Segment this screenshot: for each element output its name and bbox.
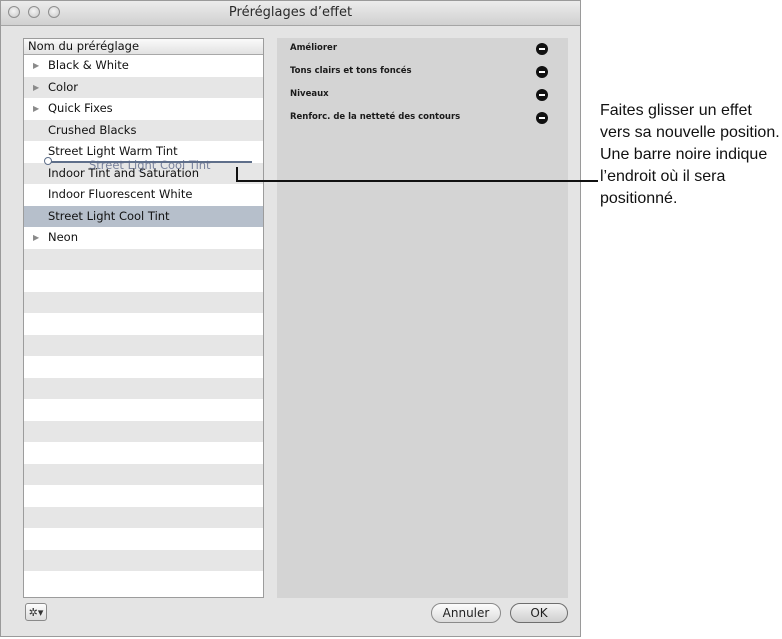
cancel-button[interactable]: Annuler bbox=[431, 603, 501, 623]
disclosure-triangle-icon[interactable]: ▶ bbox=[33, 77, 39, 99]
effects-panel: Améliorer Tons clairs et tons foncés Niv… bbox=[277, 38, 568, 598]
list-item-label: Quick Fixes bbox=[48, 101, 113, 115]
callout-leader-horizontal bbox=[236, 180, 598, 182]
remove-effect-icon[interactable] bbox=[536, 43, 548, 55]
list-item[interactable]: ▶ Black & White bbox=[24, 55, 263, 77]
effect-presets-window: Préréglages d’effet Nom du préréglage ▶ … bbox=[0, 0, 581, 637]
list-item[interactable]: Crushed Blacks bbox=[24, 119, 263, 141]
list-item-label: Crushed Blacks bbox=[48, 122, 137, 137]
disclosure-triangle-icon[interactable]: ▶ bbox=[33, 227, 39, 249]
callout-leader-vertical bbox=[236, 167, 238, 181]
drop-indicator-circle bbox=[44, 157, 52, 165]
list-item-selected[interactable]: Street Light Cool Tint bbox=[24, 205, 263, 227]
remove-effect-icon[interactable] bbox=[536, 112, 548, 124]
effect-label-tons: Tons clairs et tons foncés bbox=[290, 66, 412, 76]
action-menu-button[interactable]: ✲▾ bbox=[25, 603, 47, 621]
remove-effect-icon[interactable] bbox=[536, 66, 548, 78]
ok-button[interactable]: OK bbox=[510, 603, 568, 623]
list-item[interactable]: ▶ Color bbox=[24, 76, 263, 99]
window-title: Préréglages d’effet bbox=[228, 5, 353, 20]
drag-ghost-label: Street Light Cool Tint bbox=[89, 158, 211, 172]
column-header-preset-name[interactable]: Nom du préréglage bbox=[24, 39, 263, 55]
effect-label-niveaux: Niveaux bbox=[290, 89, 329, 99]
disclosure-triangle-icon[interactable]: ▶ bbox=[33, 55, 39, 77]
list-item-label: Indoor Fluorescent White bbox=[48, 187, 193, 201]
list-item[interactable]: ▶ Neon bbox=[24, 227, 263, 249]
list-item-label: Street Light Warm Tint bbox=[48, 144, 178, 158]
remove-effect-icon[interactable] bbox=[536, 89, 548, 101]
gear-icon: ✲▾ bbox=[28, 606, 44, 619]
effect-label-nettete: Renforc. de la netteté des contours bbox=[290, 112, 461, 122]
list-item[interactable]: Indoor Fluorescent White bbox=[24, 184, 263, 206]
disclosure-triangle-icon[interactable]: ▶ bbox=[33, 98, 39, 120]
effect-label-ameliorer: Améliorer bbox=[290, 43, 338, 53]
callout-text: Faites glisser un effet vers sa nouvelle… bbox=[600, 102, 780, 207]
list-item-label: Neon bbox=[48, 230, 79, 244]
title-bar: Préréglages d’effet bbox=[1, 1, 580, 26]
list-item-label: Black & White bbox=[48, 58, 129, 72]
list-item[interactable]: ▶ Quick Fixes bbox=[24, 98, 263, 120]
list-item-label: Color bbox=[48, 79, 79, 94]
list-item-label: Street Light Cool Tint bbox=[48, 208, 170, 223]
preset-list[interactable]: Nom du préréglage ▶ Black & White ▶ Colo… bbox=[23, 38, 264, 598]
